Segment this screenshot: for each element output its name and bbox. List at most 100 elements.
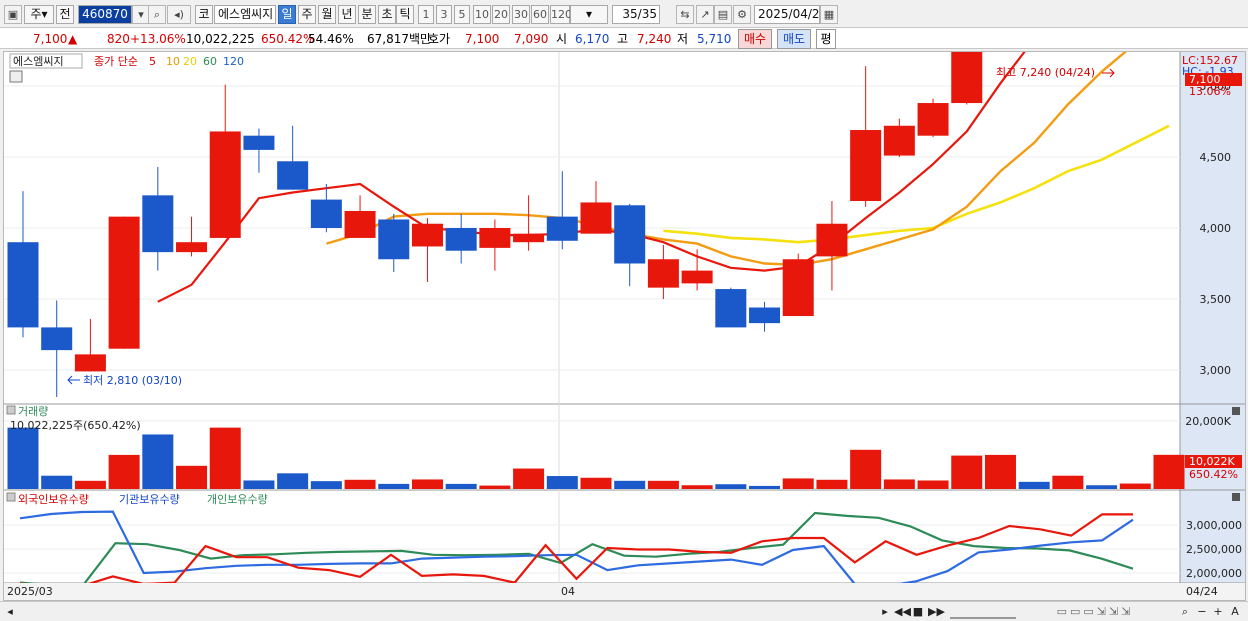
zoom-icon[interactable]: ⇆ [676,5,694,24]
period-tab-5[interactable]: 초 [378,5,396,24]
candle-body [108,216,140,349]
interval-dropdown[interactable]: ▾ [570,5,608,24]
volume-bar [883,479,915,489]
interval-button-2[interactable]: 5 [454,5,470,24]
app-window: ▣ 주▾ 전 460870 ▾ ⌕ ◂) 코 에스엠씨지 일주월년분초틱 135… [0,0,1248,621]
date-field[interactable]: 2025/04/24 [754,5,827,24]
candle-body [513,233,545,243]
candle-body [7,242,39,328]
period-tab-6[interactable]: 틱 [396,5,414,24]
search-icon[interactable]: ⌕ [148,5,166,24]
candle-body [816,223,848,257]
buy-button[interactable]: 매수 [738,29,772,49]
count-field[interactable]: 35/35 [612,5,660,24]
name-button[interactable]: 코 [195,5,213,24]
candle-body [614,205,646,264]
ask-price: 7,100 [465,32,500,46]
x-axis-start: 2025/03 [7,585,53,598]
stock-name-field[interactable]: 에스엠씨지 [214,5,276,24]
interval-button-0[interactable]: 1 [418,5,434,24]
legend-stock-name: 에스엠씨지 [13,55,64,68]
low-annotation: 최저 2,810 (03/10) [83,374,182,387]
x-axis-mid: 04 [561,585,575,598]
zoom-in-icon[interactable]: + [1212,604,1224,619]
volume-bar [1153,454,1185,489]
up-arrow-icon: ▲ [68,32,78,46]
volume-bar [41,475,73,489]
zoom-search-icon[interactable]: ⌕ [1178,604,1192,619]
stock-code-input[interactable]: 460870 [78,5,132,24]
table-icon [9,70,23,83]
open-price: 6,170 [575,32,610,46]
volume-bar [782,478,814,489]
toolbar: ▣ 주▾ 전 460870 ▾ ⌕ ◂) 코 에스엠씨지 일주월년분초틱 135… [0,2,1248,26]
candle-body [715,289,747,328]
chart-area[interactable]: 7,0006,5006,0005,5005,0004,5004,0003,500… [3,0,1246,601]
volume-bar [74,480,106,489]
candle-body [142,195,174,253]
holding-close-icon [1232,493,1240,501]
volume-bar [1086,485,1118,489]
period-tab-1[interactable]: 주 [298,5,316,24]
market-select[interactable]: 주▾ [24,5,54,24]
turnover-rate: 54.46% [308,32,354,46]
play-icon[interactable]: ▸ [878,604,892,619]
high-price: 7,240 [637,32,672,46]
candle-body [74,354,106,372]
period-tab-3[interactable]: 년 [338,5,356,24]
save-icon[interactable]: ▤ [714,5,732,24]
volume-bar [108,454,140,489]
forward-icon[interactable]: ▶▶ [928,604,945,619]
period-tab-0[interactable]: 일 [278,5,296,24]
calendar-icon[interactable]: ▦ [820,5,838,24]
candle-body [681,270,713,284]
trade-amount: 67,817백만 [367,32,432,46]
avg-button[interactable]: 평 [816,29,836,49]
candle-body [243,135,275,150]
volume-bar [580,477,612,489]
current-price: 7,100 [33,32,68,46]
interval-button-5[interactable]: 30 [512,5,530,24]
sell-button[interactable]: 매도 [777,29,811,49]
font-size-icon[interactable]: A [1228,604,1242,619]
volume-bar [614,480,646,489]
candle-body [850,130,882,202]
scroll-left-icon[interactable]: ◂ [4,604,16,619]
view-mode-icons[interactable]: ▭▭▭⇲⇲⇲ [1020,604,1170,619]
prev-button[interactable]: 전 [56,5,74,24]
candle-body [310,199,342,228]
candle-body [41,327,73,351]
volume-title: 거래량 [18,405,48,418]
period-tab-2[interactable]: 월 [318,5,336,24]
rewind-icon[interactable]: ◀◀ [894,604,911,619]
interval-button-6[interactable]: 60 [531,5,549,24]
change-value: 820 [107,32,130,46]
volume-bar [310,481,342,489]
interval-button-1[interactable]: 3 [436,5,452,24]
speaker-icon[interactable]: ◂) [167,5,191,24]
interval-button-7[interactable]: 120 [550,5,572,24]
volume-bar [344,479,376,489]
bid-price: 7,090 [514,32,549,46]
legend-ma-label: 종가 단순 [94,55,138,68]
volume-bar [546,476,578,489]
period-tab-4[interactable]: 분 [358,5,376,24]
volume-tick-label: 20,000K [1185,415,1231,428]
zoom-out-icon[interactable]: − [1196,604,1208,619]
volume-bar [277,473,309,489]
holding-tick-label: 2,500,000 [1186,543,1242,556]
ma20-line [663,124,1170,244]
interval-button-3[interactable]: 10 [473,5,491,24]
high-annotation: 최고 7,240 (04/24) [996,66,1095,79]
volume-bar [647,480,679,489]
volume-bar [715,484,747,489]
volume-bar [142,434,174,489]
window-icon[interactable]: ▣ [4,5,22,24]
stop-icon[interactable]: ■ [911,604,925,619]
draw-icon[interactable]: ↗ [696,5,714,24]
zoom-slider[interactable] [950,604,1016,619]
interval-button-4[interactable]: 20 [492,5,510,24]
gear-icon[interactable]: ⚙ [733,5,751,24]
holding-label-institution: 기관보유수량 [119,493,180,506]
low-price: 5,710 [697,32,732,46]
